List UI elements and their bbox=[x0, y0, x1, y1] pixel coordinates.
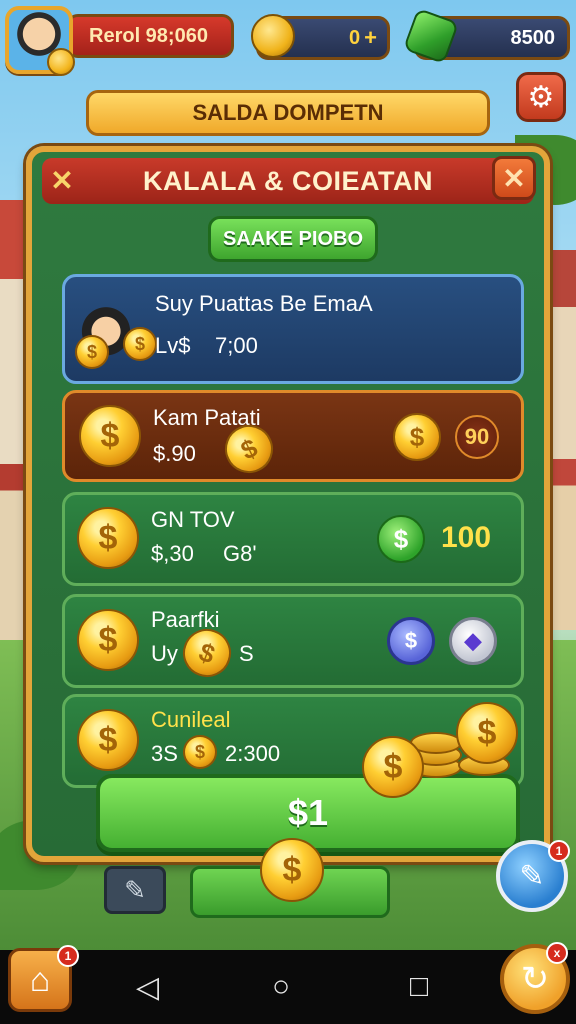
value-badge: 90 bbox=[455, 415, 499, 459]
badge-value: 90 bbox=[464, 424, 490, 449]
coin-icon: $ bbox=[77, 609, 139, 671]
close-button[interactable]: ✕ bbox=[492, 156, 536, 200]
top-action-button[interactable]: SAAKE PIOBO bbox=[208, 216, 378, 262]
list-item[interactable]: $ $ Suy Puattas Be EmaA Lv$ 7;00 bbox=[62, 274, 524, 384]
gem-balance[interactable]: 8500 bbox=[402, 7, 570, 65]
notification-badge: 1 bbox=[548, 840, 570, 862]
item-sub-b: S bbox=[239, 641, 254, 666]
coin-icon: $ bbox=[77, 507, 139, 569]
add-coins-button[interactable]: + bbox=[364, 25, 377, 51]
coin-balance[interactable]: 0 + bbox=[251, 14, 390, 60]
dollar-icon: $ bbox=[377, 515, 425, 563]
item-sub-a: $.90 bbox=[153, 441, 196, 466]
coin-icon bbox=[47, 48, 75, 76]
home-icon: ⌂ bbox=[29, 960, 51, 999]
dollar-badge-icon: $ bbox=[387, 617, 435, 665]
gem-badge-icon: ◆ bbox=[449, 617, 497, 665]
gear-icon: ⚙ bbox=[527, 80, 555, 114]
list-item[interactable]: $ Paarfki Uy $ S $ ◆ bbox=[62, 594, 524, 688]
coin-icon: $ bbox=[260, 838, 324, 902]
collect-label: $1 bbox=[287, 792, 329, 833]
refresh-button[interactable]: ↻ x bbox=[500, 942, 570, 1014]
notification-badge: x bbox=[546, 942, 568, 964]
gem-icon bbox=[402, 7, 460, 65]
home-circle-icon[interactable]: ○ bbox=[272, 970, 290, 1004]
edit-button[interactable]: ✎ 1 bbox=[496, 840, 570, 912]
item-sub-a: Lv$ bbox=[155, 333, 191, 358]
refresh-icon: ↻ bbox=[520, 960, 550, 998]
recents-icon[interactable]: □ bbox=[410, 970, 428, 1004]
wallet-title-banner: SALDA DOMPETN bbox=[86, 90, 490, 136]
item-title: Cunileal bbox=[151, 707, 231, 732]
coin-icon: $ bbox=[123, 327, 157, 361]
item-sub-a: 3S bbox=[151, 741, 178, 766]
close-icon[interactable]: ✕ bbox=[40, 158, 84, 202]
coin-icon: $ bbox=[456, 702, 518, 764]
player-avatar[interactable] bbox=[5, 6, 75, 76]
item-sub-a: $,30 bbox=[151, 541, 194, 566]
coin-icon: $ bbox=[75, 335, 109, 369]
home-button[interactable]: ⌂ 1 bbox=[8, 945, 79, 1012]
item-sub-b: 2:300 bbox=[225, 741, 281, 766]
player-name-bar[interactable]: Rerol 98;060 bbox=[66, 14, 234, 58]
item-sub-b: G8' bbox=[223, 541, 257, 566]
collect-button[interactable]: $1 bbox=[96, 774, 520, 852]
item-title: GN TOV bbox=[151, 507, 235, 532]
list-item[interactable]: $ GN TOV $,30 G8' $ 100 bbox=[62, 492, 524, 586]
coin-icon: $ bbox=[77, 709, 139, 771]
coin-count: 0 bbox=[349, 26, 361, 49]
gem-count: 8500 bbox=[510, 26, 556, 49]
coin-stack-icon: $ $ bbox=[362, 702, 518, 798]
player-label: Rerol 98;060 bbox=[89, 24, 208, 47]
back-icon[interactable]: ◁ bbox=[136, 970, 159, 1005]
coin-icon bbox=[251, 14, 295, 58]
settings-button[interactable]: ⚙ bbox=[516, 72, 566, 122]
coin-icon: $ bbox=[362, 736, 424, 798]
list-item[interactable]: $ Kam Patati $.90 $ $ 90 bbox=[62, 390, 524, 482]
item-sub-b: 7;00 bbox=[215, 333, 258, 358]
item-value: 100 bbox=[441, 521, 492, 554]
item-sub-a: Uy bbox=[151, 641, 178, 666]
top-action-label: SAAKE PIOBO bbox=[222, 227, 364, 250]
wrench-icon: ✎ bbox=[124, 874, 146, 905]
coin-icon: $ bbox=[393, 413, 441, 461]
tool-button[interactable]: ✎ bbox=[104, 866, 166, 914]
pencil-icon: ✎ bbox=[519, 859, 545, 893]
system-nav-bar: ◁ ○ □ bbox=[0, 950, 576, 1024]
wallet-panel: KALALA & COIEATAN ✕ ✕ SAAKE PIOBO $ $ Su… bbox=[26, 146, 550, 862]
notification-badge: 1 bbox=[57, 945, 79, 967]
coin-icon: $ bbox=[183, 735, 217, 769]
wallet-title: SALDA DOMPETN bbox=[192, 100, 384, 125]
item-title: Suy Puattas Be EmaA bbox=[155, 291, 373, 316]
coin-icon: $ bbox=[79, 405, 141, 467]
panel-title: KALALA & COIEATAN bbox=[143, 165, 433, 196]
panel-header: KALALA & COIEATAN bbox=[42, 158, 534, 204]
